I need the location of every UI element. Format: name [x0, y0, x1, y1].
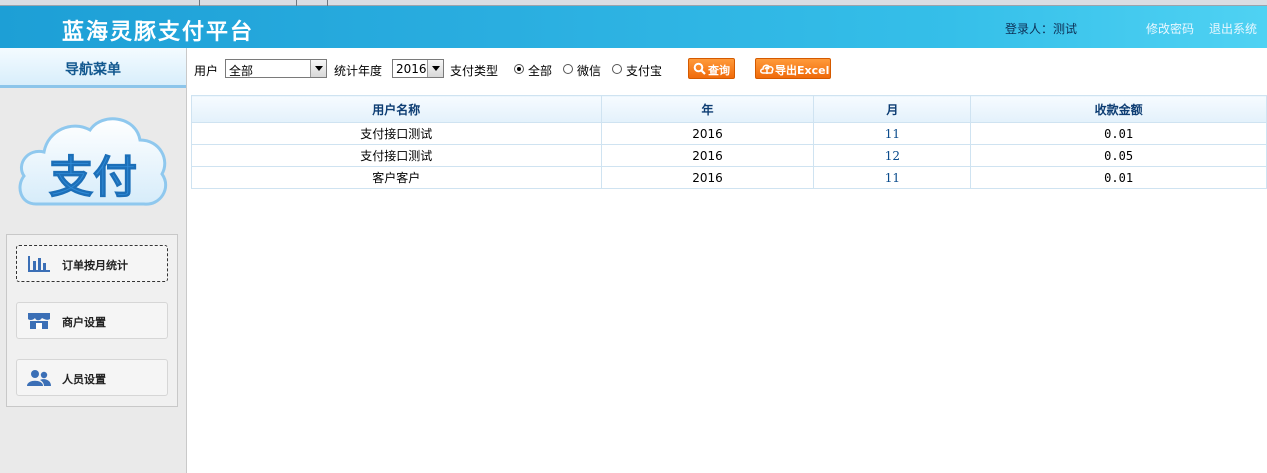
users-icon: [27, 370, 51, 386]
table-header-row: 用户名称 年 月 收款金额: [191, 95, 1267, 123]
chevron-down-icon: [310, 60, 326, 77]
year-filter-label: 统计年度: [334, 64, 383, 78]
cell-user-name: 支付接口测试: [191, 122, 602, 145]
cell-month: 12: [813, 144, 972, 167]
logout-link[interactable]: 退出系统: [1209, 20, 1257, 37]
export-excel-button-label: 导出Excel: [775, 64, 830, 77]
search-icon: [693, 62, 706, 75]
nav-menu-title-text: 导航菜单: [65, 62, 121, 78]
nav-menu-title: 导航菜单: [0, 48, 186, 88]
app-title: 蓝海灵豚支付平台: [62, 19, 255, 45]
cell-amount: 0.01: [970, 166, 1267, 189]
sidebar-item-staff-settings[interactable]: 人员设置: [16, 359, 168, 396]
cell-month: 11: [813, 166, 972, 189]
cell-year: 2016: [600, 122, 815, 145]
paytype-radio-alipay[interactable]: [612, 64, 622, 74]
paytype-option-label: 微信: [577, 64, 602, 78]
app-header: 蓝海灵豚支付平台 登录人：测试 修改密码 退出系统: [0, 6, 1267, 48]
sidebar-item-label: 订单按月统计: [62, 259, 128, 272]
cell-user-name: 支付接口测试: [191, 144, 602, 167]
nav-menu: 订单按月统计 商户设置 人员设置: [6, 234, 178, 407]
table-row[interactable]: 支付接口测试 2016 11 0.01: [191, 122, 1267, 145]
change-password-link[interactable]: 修改密码: [1146, 20, 1194, 37]
chevron-down-icon: [427, 60, 443, 77]
cell-user-name: 客户客户: [191, 166, 602, 189]
table-row[interactable]: 支付接口测试 2016 12 0.05: [191, 144, 1267, 167]
sidebar-item-monthly-orders[interactable]: 订单按月统计: [16, 245, 168, 282]
sidebar-item-label: 商户设置: [62, 316, 106, 329]
filter-toolbar: 用户 全部 统计年度 2016 支付类型 全部 微信 支付宝 查询 导出Exce…: [187, 48, 1267, 88]
cell-month: 11: [813, 122, 972, 145]
sidebar-item-label: 人员设置: [62, 373, 106, 386]
column-header-month[interactable]: 月: [813, 95, 972, 123]
paytype-option-label: 全部: [528, 64, 553, 78]
cell-amount: 0.01: [970, 122, 1267, 145]
store-icon: [28, 313, 50, 329]
logo-text: 支付: [49, 152, 137, 203]
cell-year: 2016: [600, 144, 815, 167]
query-button[interactable]: 查询: [688, 58, 735, 79]
paytype-radio-wechat[interactable]: [563, 64, 573, 74]
user-select-value: 全部: [229, 64, 254, 78]
payment-cloud-logo: 支付: [18, 117, 168, 206]
bar-chart-icon: [28, 256, 50, 272]
cell-year: 2016: [600, 166, 815, 189]
export-excel-button[interactable]: 导出Excel: [755, 58, 831, 79]
user-filter-label: 用户: [194, 64, 219, 78]
cell-amount: 0.05: [970, 144, 1267, 167]
column-header-amount[interactable]: 收款金额: [970, 95, 1267, 123]
year-select[interactable]: 2016: [392, 59, 444, 78]
stats-table: 用户名称 年 月 收款金额 支付接口测试 2016 11 0.01 支付接口测试…: [191, 95, 1267, 189]
user-select[interactable]: 全部: [225, 59, 327, 78]
query-button-label: 查询: [708, 64, 730, 77]
login-user-label: 登录人：测试: [1005, 22, 1078, 36]
sidebar: 导航菜单 支付 订单按月统计 商户设置 人员设置: [0, 48, 187, 473]
cloud-export-icon: [760, 64, 774, 74]
column-header-user-name[interactable]: 用户名称: [191, 95, 602, 123]
paytype-radio-all[interactable]: [514, 64, 524, 74]
paytype-option-label: 支付宝: [626, 64, 663, 78]
year-select-value: 2016: [396, 62, 427, 76]
paytype-filter-label: 支付类型: [450, 64, 499, 78]
sidebar-item-merchant-settings[interactable]: 商户设置: [16, 302, 168, 339]
column-header-year[interactable]: 年: [600, 95, 815, 123]
table-row[interactable]: 客户客户 2016 11 0.01: [191, 166, 1267, 189]
